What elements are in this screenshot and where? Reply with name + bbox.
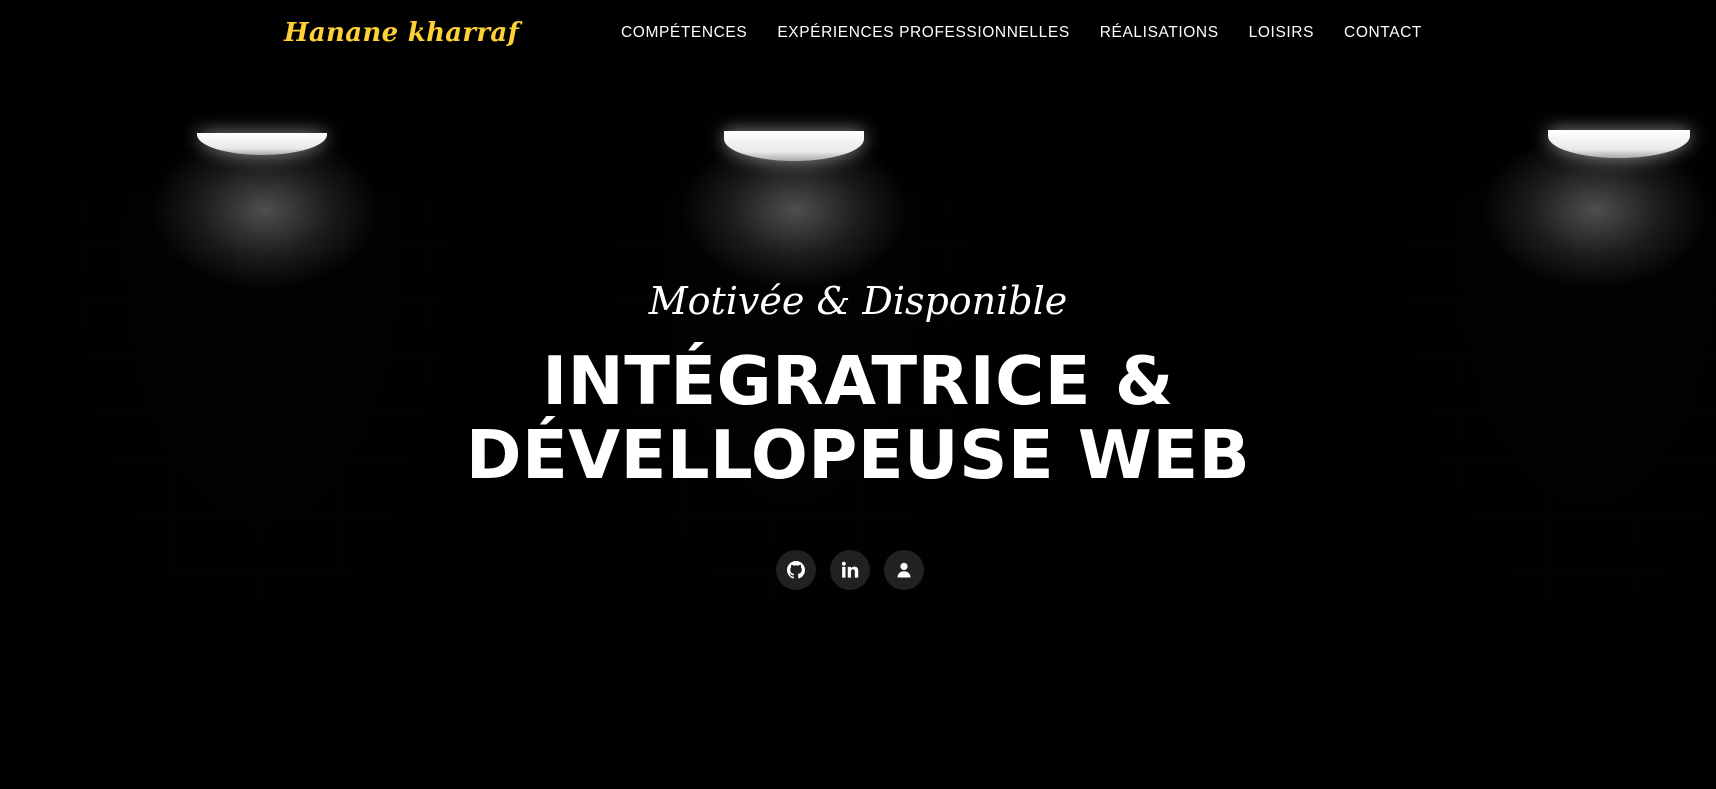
linkedin-button[interactable] [830,550,870,590]
social-links [776,550,924,590]
nav-item-loisirs[interactable]: LOISIRS [1249,24,1314,42]
profile-button[interactable] [884,550,924,590]
linkedin-icon [841,561,859,578]
user-icon [897,562,911,578]
github-icon [787,561,805,579]
nav-item-realisations[interactable]: RÉALISATIONS [1100,24,1219,42]
navbar: Hanane kharraf COMPÉTENCES EXPÉRIENCES P… [0,0,1716,68]
intro-heading: INTÉGRATRICE & DÉVELLOPEUSE WEB [465,342,1251,494]
intro-text: Motivée & Disponible INTÉGRATRICE & DÉVE… [0,272,1716,492]
github-button[interactable] [776,550,816,590]
intro-lead: Motivée & Disponible [648,279,1068,323]
nav-item-competences[interactable]: COMPÉTENCES [621,24,747,42]
nav-item-contact[interactable]: CONTACT [1344,24,1422,42]
nav-item-experiences[interactable]: EXPÉRIENCES PROFESSIONNELLES [777,24,1069,42]
brand-logo[interactable]: Hanane kharraf [284,18,519,48]
hero-section: Hanane kharraf COMPÉTENCES EXPÉRIENCES P… [0,0,1716,789]
nav-menu: COMPÉTENCES EXPÉRIENCES PROFESSIONNELLES… [621,24,1422,42]
